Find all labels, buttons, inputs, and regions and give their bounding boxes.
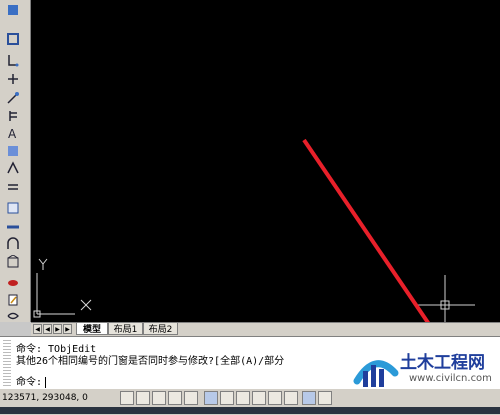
ucs-icon <box>33 258 92 318</box>
ducs-toggle[interactable] <box>220 391 234 405</box>
command-history-line: 其他26个相同编号的门窗是否同时参与修改?[全部(A)/部分 <box>16 356 285 367</box>
svg-text:A: A <box>8 127 17 140</box>
point-icon[interactable] <box>4 178 22 193</box>
rectangle-icon[interactable] <box>4 71 22 86</box>
text-icon[interactable]: A <box>4 125 22 140</box>
drawing-canvas[interactable] <box>31 0 500 322</box>
grid-toggle[interactable] <box>136 391 150 405</box>
circle-icon[interactable] <box>4 108 22 123</box>
qp-toggle[interactable] <box>268 391 282 405</box>
tab-layout1[interactable]: 布局1 <box>108 323 143 335</box>
command-input[interactable]: 命令: <box>16 373 53 388</box>
first-tab-icon[interactable]: ◀ <box>33 324 42 334</box>
ortho-toggle[interactable] <box>152 391 166 405</box>
coordinate-readout: 123571, 293048, 0 <box>2 393 88 403</box>
logo-name: 土木工程网 <box>400 353 485 373</box>
line-icon[interactable] <box>4 2 22 17</box>
construction-icon[interactable] <box>4 52 22 67</box>
tab-layout2[interactable]: 布局2 <box>143 323 178 335</box>
arc-icon[interactable] <box>4 90 22 105</box>
block-icon[interactable] <box>4 143 22 158</box>
next-tab-icon[interactable]: ▶ <box>53 324 62 334</box>
prev-tab-icon[interactable]: ◀ <box>43 324 52 334</box>
draw-toolbar: A <box>0 0 31 322</box>
otrack-toggle[interactable] <box>204 391 218 405</box>
snap-toggle[interactable] <box>120 391 134 405</box>
command-window-grip[interactable] <box>3 340 11 386</box>
last-tab-icon[interactable]: ▶ <box>63 324 72 334</box>
tab-model[interactable]: 模型 <box>76 323 108 335</box>
revcloud-icon[interactable] <box>4 308 22 323</box>
model-space-toggle[interactable] <box>302 391 316 405</box>
osnap-toggle[interactable] <box>184 391 198 405</box>
sc-toggle[interactable] <box>284 391 298 405</box>
table-icon[interactable] <box>4 219 22 234</box>
command-prompt: 命令: <box>16 377 43 388</box>
dyn-toggle[interactable] <box>236 391 250 405</box>
region-icon[interactable] <box>4 236 22 251</box>
layout-tab-bar: ◀ ◀ ▶ ▶ 模型 布局1 布局2 <box>31 322 500 336</box>
logo-url: www.civilcn.com <box>409 373 492 384</box>
insert-icon[interactable] <box>4 160 22 175</box>
quick-view-toggle[interactable] <box>318 391 332 405</box>
polar-toggle[interactable] <box>168 391 182 405</box>
hatch-icon[interactable] <box>4 200 22 215</box>
gradient-icon[interactable] <box>4 254 22 269</box>
mtext-icon[interactable] <box>4 275 22 290</box>
lweight-toggle[interactable] <box>252 391 266 405</box>
polyline-icon[interactable] <box>4 31 22 46</box>
annotation-arrow <box>302 138 430 322</box>
boundary-icon[interactable] <box>4 292 22 307</box>
os-taskbar <box>0 407 500 414</box>
